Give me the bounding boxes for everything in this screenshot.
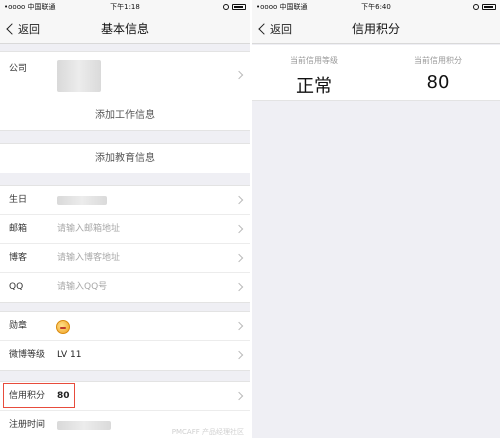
credit-score-screen: •oooo 中国联通 下午6:40 返回 信用积分 当前信用等级 正常 当前信用… — [252, 0, 500, 438]
qq-label: QQ — [9, 282, 24, 292]
email-input[interactable]: 请输入邮箱地址 — [57, 215, 120, 244]
company-group: 公司 添加工作信息 — [0, 51, 250, 131]
status-time: 下午1:18 — [110, 3, 140, 11]
chevron-right-icon — [234, 391, 244, 401]
basic-info-screen: •oooo 中国联通 下午1:18 返回 基本信息 公司 添加工作信息 添加教育… — [0, 0, 250, 438]
blog-label: 博客 — [9, 253, 28, 263]
company-row[interactable]: 公司 — [0, 52, 250, 98]
birthday-label: 生日 — [9, 195, 28, 205]
blog-input[interactable]: 请输入博客地址 — [57, 244, 120, 273]
credit-score-block: 当前信用积分 80 — [376, 45, 500, 93]
credit-level-block: 当前信用等级 正常 — [252, 45, 376, 98]
add-work-button[interactable]: 添加工作信息 — [0, 101, 250, 130]
company-label: 公司 — [9, 64, 28, 74]
chevron-right-icon — [234, 224, 244, 234]
status-bar: •oooo 中国联通 下午1:18 — [0, 0, 250, 14]
medal-label: 勋章 — [9, 321, 28, 331]
credit-summary-panel: 当前信用等级 正常 当前信用积分 80 — [252, 45, 500, 101]
blog-row[interactable]: 博客 请输入博客地址 — [0, 244, 250, 273]
credit-score-label: 当前信用积分 — [414, 56, 462, 65]
credit-score-value: 80 — [426, 72, 450, 93]
company-value-blurred — [57, 60, 101, 92]
alarm-icon — [223, 4, 229, 10]
qq-row[interactable]: QQ 请输入QQ号 — [0, 273, 250, 302]
medal-row[interactable]: 勋章 — [0, 312, 250, 341]
medal-icon — [56, 320, 70, 334]
credit-highlight-box — [3, 383, 75, 408]
status-bar: •oooo 中国联通 下午6:40 — [252, 0, 500, 14]
battery-icon — [482, 4, 496, 10]
status-time: 下午6:40 — [361, 3, 391, 11]
nav-bar: 返回 基本信息 — [0, 14, 250, 44]
alarm-icon — [473, 4, 479, 10]
status-icons — [473, 0, 496, 14]
status-icons — [223, 0, 246, 14]
weibo-level-row[interactable]: 微博等级 LV 11 — [0, 341, 250, 370]
credit-level-value: 正常 — [296, 76, 332, 97]
weibo-level-value: LV 11 — [57, 350, 82, 360]
credit-level-label: 当前信用等级 — [290, 56, 338, 65]
page-title: 信用积分 — [351, 22, 400, 36]
birthday-row[interactable]: 生日 — [0, 186, 250, 215]
contact-group: 生日 邮箱 请输入邮箱地址 博客 请输入博客地址 QQ 请输入QQ号 — [0, 185, 250, 303]
chevron-right-icon — [234, 350, 244, 360]
education-group: 添加教育信息 — [0, 143, 250, 173]
weibo-level-label: 微博等级 — [9, 350, 46, 360]
qq-input[interactable]: 请输入QQ号 — [57, 273, 107, 302]
page-title: 基本信息 — [100, 22, 149, 36]
chevron-right-icon — [234, 70, 244, 80]
chevron-right-icon — [234, 321, 244, 331]
birthday-value-blurred — [57, 196, 107, 205]
nav-bar: 返回 信用积分 — [252, 14, 500, 44]
chevron-right-icon — [234, 195, 244, 205]
register-time-label: 注册时间 — [9, 420, 46, 430]
chevron-right-icon — [234, 282, 244, 292]
watermark: PMCAFF 产品经理社区 — [171, 428, 244, 436]
email-row[interactable]: 邮箱 请输入邮箱地址 — [0, 215, 250, 244]
register-time-blurred — [57, 421, 111, 430]
add-education-button[interactable]: 添加教育信息 — [0, 144, 250, 173]
chevron-right-icon — [234, 253, 244, 263]
battery-icon — [232, 4, 246, 10]
honor-group: 勋章 微博等级 LV 11 — [0, 311, 250, 371]
email-label: 邮箱 — [9, 224, 28, 234]
